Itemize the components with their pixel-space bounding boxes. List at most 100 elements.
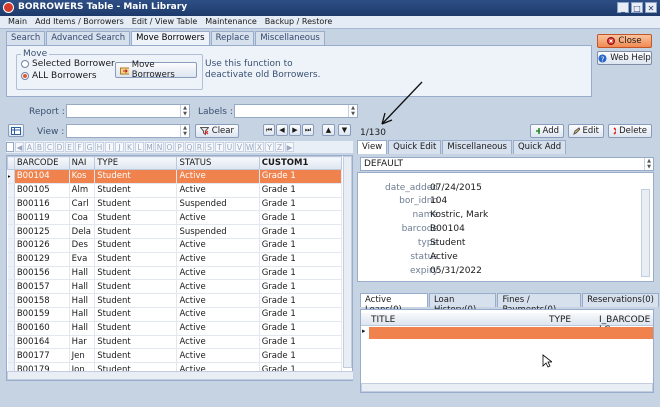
tab-reservations[interactable]: Reservations(0) bbox=[582, 293, 659, 307]
alpha-h[interactable]: H bbox=[95, 142, 104, 152]
alpha-o[interactable]: O bbox=[165, 142, 174, 152]
table-row[interactable]: B00164 Har Student Active Grade 1 bbox=[7, 335, 343, 350]
cell-status: Active bbox=[176, 210, 260, 226]
alpha-b[interactable]: B bbox=[35, 142, 44, 152]
alpha-t[interactable]: T bbox=[215, 142, 224, 152]
alpha-y[interactable]: Y bbox=[265, 142, 274, 152]
alpha-prev-icon[interactable]: ◀ bbox=[15, 142, 24, 152]
grid-settings-button[interactable] bbox=[8, 124, 24, 137]
clear-button[interactable]: Clear bbox=[195, 124, 239, 138]
tab-view[interactable]: View bbox=[357, 140, 388, 154]
col-type[interactable]: TYPE bbox=[94, 156, 178, 170]
tab-search[interactable]: Search bbox=[6, 31, 46, 45]
move-borrowers-button[interactable]: Move Borrowers bbox=[115, 60, 197, 80]
table-row[interactable]: B00116 Carl Student Suspended Grade 1 bbox=[7, 197, 343, 212]
alpha-x[interactable]: X bbox=[255, 142, 264, 152]
view-select[interactable]: ▲ ▼ bbox=[66, 124, 190, 138]
alpha-c[interactable]: C bbox=[45, 142, 54, 152]
menu-main[interactable]: Main bbox=[4, 16, 31, 28]
loan-col-title[interactable]: TITLE bbox=[371, 315, 395, 325]
alpha-k[interactable]: K bbox=[125, 142, 134, 152]
table-row[interactable]: B00105 Alm Student Active Grade 1 bbox=[7, 183, 343, 198]
table-row[interactable]: B00159 Hall Student Active Grade 1 bbox=[7, 307, 343, 322]
menu-maintenance[interactable]: Maintenance bbox=[201, 16, 261, 28]
first-record-icon[interactable]: ⏮ bbox=[263, 124, 275, 136]
alpha-z[interactable]: Z bbox=[275, 142, 284, 152]
table-row[interactable]: B00129 Eva Student Active Grade 1 bbox=[7, 252, 343, 267]
alpha-r[interactable]: R bbox=[195, 142, 204, 152]
tab-miscellaneous[interactable]: Miscellaneous bbox=[255, 31, 325, 45]
radio-selected-borrower[interactable] bbox=[21, 60, 29, 68]
menu-backup[interactable]: Backup / Restore bbox=[261, 16, 336, 28]
edit-button[interactable]: Edit bbox=[568, 124, 604, 138]
alpha-a[interactable]: A bbox=[25, 142, 34, 152]
alpha-j[interactable]: J bbox=[115, 142, 124, 152]
next-record-icon[interactable]: ▶ bbox=[289, 124, 301, 136]
tab-fines-payments[interactable]: Fines / Payments(0) bbox=[497, 293, 582, 315]
loan-scrollbar[interactable] bbox=[361, 383, 653, 392]
table-row[interactable]: B00158 Hall Student Active Grade 1 bbox=[7, 293, 343, 308]
move-up-icon[interactable]: ▲ bbox=[322, 124, 335, 136]
tab-quick-edit[interactable]: Quick Edit bbox=[388, 140, 442, 154]
alpha-s[interactable]: S bbox=[205, 142, 214, 152]
last-record-icon[interactable]: ⏭ bbox=[302, 124, 314, 136]
col-custom1[interactable]: CUSTOM1 bbox=[258, 156, 343, 170]
web-help-button[interactable]: ? Web Help bbox=[597, 51, 652, 65]
record-navigator: ⏮ ◀ ▶ ⏭ bbox=[263, 124, 314, 136]
table-row[interactable]: B00119 Coa Student Active Grade 1 bbox=[7, 210, 343, 226]
alpha-next-icon[interactable]: ▶ bbox=[285, 142, 294, 152]
table-row[interactable]: B00125 Dela Student Suspended Grade 1 bbox=[7, 224, 343, 239]
alpha-v[interactable]: V bbox=[235, 142, 244, 152]
move-down-icon[interactable]: ▼ bbox=[338, 124, 351, 136]
alpha-e[interactable]: E bbox=[65, 142, 74, 152]
tab-active-loans[interactable]: Active Loans(0) bbox=[360, 293, 428, 315]
alpha-all-checkbox[interactable] bbox=[6, 142, 14, 152]
menu-add-items[interactable]: Add Items / Borrowers bbox=[31, 16, 128, 28]
tab-move-borrowers[interactable]: Move Borrowers bbox=[131, 31, 210, 46]
menu-edit-view[interactable]: Edit / View Table bbox=[128, 16, 202, 28]
alpha-n[interactable]: N bbox=[155, 142, 164, 152]
tab-loan-history[interactable]: Loan History(0) bbox=[428, 293, 497, 315]
alpha-u[interactable]: U bbox=[225, 142, 234, 152]
add-button[interactable]: Add bbox=[530, 124, 564, 138]
radio-all-borrowers[interactable] bbox=[21, 72, 29, 80]
maximize-button[interactable]: □ bbox=[631, 2, 643, 13]
loan-new-row[interactable] bbox=[369, 327, 653, 339]
loan-col-type[interactable]: TYPE bbox=[549, 315, 571, 325]
table-row[interactable]: B00157 Hall Student Active Grade 1 bbox=[7, 279, 343, 295]
alpha-i[interactable]: I bbox=[105, 142, 114, 152]
alpha-q[interactable]: Q bbox=[185, 142, 194, 152]
template-select[interactable]: DEFAULT ▲ ▼ bbox=[360, 157, 654, 171]
prev-record-icon[interactable]: ◀ bbox=[276, 124, 288, 136]
delete-button[interactable]: Delete bbox=[608, 124, 652, 138]
col-name[interactable]: NAI bbox=[68, 156, 96, 170]
alpha-w[interactable]: W bbox=[245, 142, 254, 152]
table-row[interactable]: B00160 Hall Student Active Grade 1 bbox=[7, 321, 343, 336]
alpha-f[interactable]: F bbox=[75, 142, 84, 152]
col-barcode[interactable]: BARCODE bbox=[13, 156, 70, 170]
col-status[interactable]: STATUS bbox=[176, 156, 260, 170]
table-row[interactable]: B00177 Jen Student Active Grade 1 bbox=[7, 348, 343, 364]
table-row[interactable]: B00126 Des Student Active Grade 1 bbox=[7, 238, 343, 253]
labels-select[interactable]: ▲ ▼ bbox=[234, 104, 358, 118]
alpha-m[interactable]: M bbox=[145, 142, 154, 152]
alpha-l[interactable]: L bbox=[135, 142, 144, 152]
grid-horizontal-scrollbar[interactable] bbox=[7, 371, 354, 380]
field-value: B00104 bbox=[430, 224, 465, 234]
table-row[interactable]: ▸ B00104 Kos Student Active Grade 1 bbox=[7, 169, 343, 184]
report-select[interactable]: ▲ ▼ bbox=[66, 104, 190, 118]
detail-scrollbar[interactable] bbox=[641, 189, 650, 277]
tab-detail-miscellaneous[interactable]: Miscellaneous bbox=[442, 140, 512, 154]
alpha-d[interactable]: D bbox=[55, 142, 64, 152]
borrowers-grid: BARCODE NAI TYPE STATUS CUSTOM1 ▸ B00104 K… bbox=[6, 155, 354, 381]
alpha-g[interactable]: G bbox=[85, 142, 94, 152]
table-row[interactable]: B00156 Hall Student Active Grade 1 bbox=[7, 266, 343, 281]
close-window-button[interactable]: ✕ bbox=[645, 2, 657, 13]
tab-replace[interactable]: Replace bbox=[210, 31, 255, 45]
minimize-button[interactable]: _ bbox=[617, 2, 629, 13]
alpha-p[interactable]: P bbox=[175, 142, 184, 152]
close-button[interactable]: Close bbox=[597, 34, 652, 48]
tab-quick-add[interactable]: Quick Add bbox=[512, 140, 567, 154]
grid-vertical-scrollbar[interactable] bbox=[343, 156, 352, 368]
tab-advanced-search[interactable]: Advanced Search bbox=[46, 31, 131, 45]
